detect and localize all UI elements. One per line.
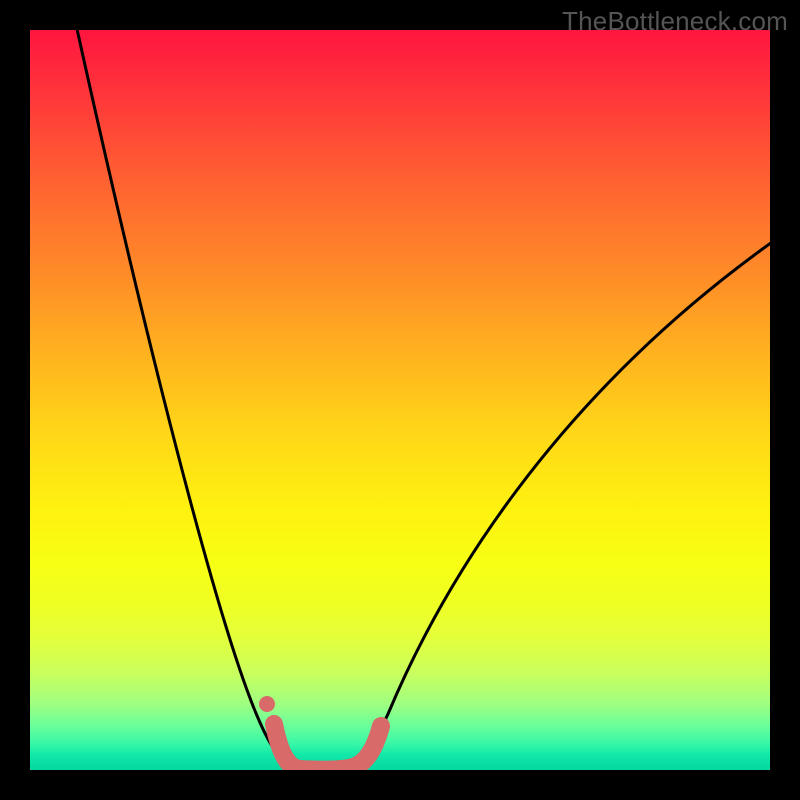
bottleneck-curve-line	[75, 30, 770, 768]
trough-marker-line	[274, 724, 381, 770]
chart-svg	[30, 30, 770, 770]
marker-dot	[259, 696, 275, 712]
chart-plot-area	[30, 30, 770, 770]
